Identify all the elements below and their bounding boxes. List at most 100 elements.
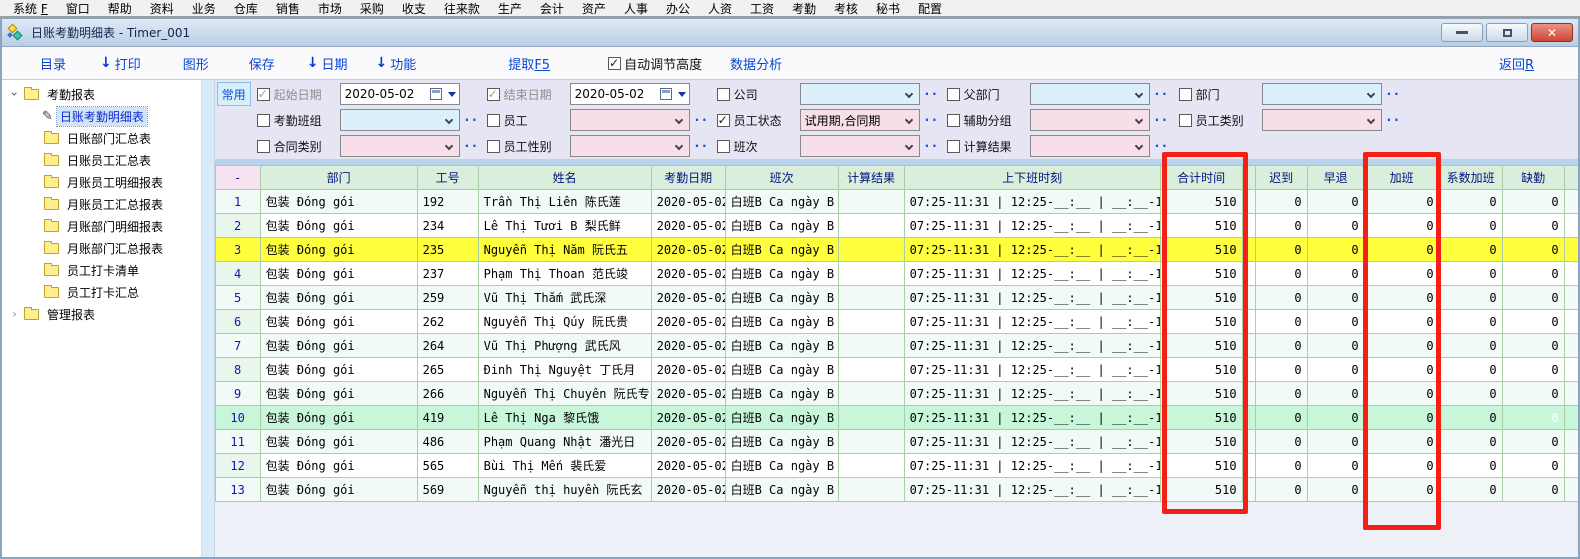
cell-emp_id[interactable]: 265 (417, 358, 478, 382)
cell-clock_times[interactable]: 07:25-11:31 | 12:25-__:__ | __:__-17:02 (904, 430, 1160, 454)
cell-date[interactable]: 2020-05-02 (651, 286, 725, 310)
menu-item-办公[interactable]: 办公 (657, 0, 699, 17)
cell-clock_times[interactable]: 07:25-11:31 | 12:25-__:__ | __:__-17:02 (904, 334, 1160, 358)
cell-shift[interactable]: 白班B Ca ngày B (725, 406, 838, 430)
cell-name[interactable]: Nguyễn Thị Qúy 阮氏贵 (478, 310, 651, 334)
menu-item-考勤[interactable]: 考勤 (783, 0, 825, 17)
cell-dept[interactable]: 包装 Đóng gói (260, 238, 417, 262)
cell-absence[interactable]: 0 (1502, 454, 1564, 478)
cell-spacer[interactable] (1242, 334, 1255, 358)
cell-emp_id[interactable]: 486 (417, 430, 478, 454)
cell-total_time[interactable]: 510 (1160, 262, 1242, 286)
more-options-button[interactable]: ·· (695, 113, 710, 127)
cell-absence[interactable]: 0 (1502, 238, 1564, 262)
cell-emp_id[interactable]: 235 (417, 238, 478, 262)
cell-early_leave[interactable]: 0 (1307, 406, 1364, 430)
menu-item-往来款[interactable]: 往来款 (435, 0, 489, 17)
cell-total_time[interactable]: 510 (1160, 430, 1242, 454)
cell-date[interactable]: 2020-05-02 (651, 262, 725, 286)
cell-late[interactable]: 0 (1255, 430, 1307, 454)
cell-absence[interactable]: 0 (1502, 214, 1564, 238)
column-header-早退[interactable]: 早退 (1307, 166, 1364, 190)
cell-late[interactable]: 0 (1255, 334, 1307, 358)
cell-total_time[interactable]: 510 (1160, 190, 1242, 214)
cell-late[interactable]: 0 (1255, 478, 1307, 502)
cell-tail[interactable] (1564, 334, 1578, 358)
cell-num[interactable]: 2 (215, 214, 260, 238)
menu-item-业务[interactable]: 业务 (183, 0, 225, 17)
员工-checkbox[interactable] (487, 114, 500, 127)
cell-coefficient_overtime[interactable]: 0 (1439, 190, 1502, 214)
cell-absence[interactable]: 0 (1502, 334, 1564, 358)
cell-emp_id[interactable]: 234 (417, 214, 478, 238)
sidebar-item-月账部门明细报表[interactable]: 月账部门明细报表 (2, 215, 201, 237)
toolbar-功能-button[interactable]: ↓功能 (376, 54, 417, 73)
cell-total_time[interactable]: 510 (1160, 214, 1242, 238)
cell-emp_id[interactable]: 569 (417, 478, 478, 502)
cell-shift[interactable]: 白班B Ca ngày B (725, 430, 838, 454)
more-options-button[interactable]: ·· (1387, 87, 1402, 101)
cell-calc_result[interactable] (838, 214, 904, 238)
cell-early_leave[interactable]: 0 (1307, 238, 1364, 262)
sidebar-item-月账员工明细报表[interactable]: 月账员工明细报表 (2, 171, 201, 193)
toolbar-日期-button[interactable]: ↓日期 (307, 54, 348, 73)
cell-num[interactable]: 1 (215, 190, 260, 214)
menu-item-会计[interactable]: 会计 (531, 0, 573, 17)
cell-dept[interactable]: 包装 Đóng gói (260, 478, 417, 502)
cell-shift[interactable]: 白班B Ca ngày B (725, 334, 838, 358)
cell-absence[interactable]: 0 (1502, 190, 1564, 214)
cell-emp_id[interactable]: 259 (417, 286, 478, 310)
员工类别-checkbox[interactable] (1179, 114, 1192, 127)
more-options-button[interactable]: ·· (1155, 87, 1170, 101)
cell-clock_times[interactable]: 07:25-11:31 | 12:25-__:__ | __:__-17:02 (904, 406, 1160, 430)
cell-num[interactable]: 5 (215, 286, 260, 310)
cell-clock_times[interactable]: 07:25-11:31 | 12:25-__:__ | __:__-17:02 (904, 358, 1160, 382)
班次-dropdown[interactable] (800, 135, 920, 157)
cell-clock_times[interactable]: 07:25-11:31 | 12:25-__:__ | __:__-17:02 (904, 478, 1160, 502)
cell-num[interactable]: 10 (215, 406, 260, 430)
cell-shift[interactable]: 白班B Ca ngày B (725, 190, 838, 214)
cell-date[interactable]: 2020-05-02 (651, 190, 725, 214)
menu-item-人资[interactable]: 人资 (699, 0, 741, 17)
cell-spacer[interactable] (1242, 214, 1255, 238)
cell-overtime[interactable]: 0 (1364, 478, 1439, 502)
cell-late[interactable]: 0 (1255, 190, 1307, 214)
起始日期-checkbox[interactable] (257, 88, 270, 101)
公司-dropdown[interactable] (800, 83, 920, 105)
cell-dept[interactable]: 包装 Đóng gói (260, 358, 417, 382)
cell-spacer[interactable] (1242, 190, 1255, 214)
cell-date[interactable]: 2020-05-02 (651, 454, 725, 478)
toolbar-返回-button[interactable]: 返回R (1499, 54, 1534, 73)
cell-spacer[interactable] (1242, 430, 1255, 454)
cell-emp_id[interactable]: 419 (417, 406, 478, 430)
more-options-button[interactable]: ·· (925, 113, 940, 127)
cell-name[interactable]: Vũ Thị Phượng 武氏风 (478, 334, 651, 358)
cell-emp_id[interactable]: 565 (417, 454, 478, 478)
cell-shift[interactable]: 白班B Ca ngày B (725, 454, 838, 478)
cell-date[interactable]: 2020-05-02 (651, 334, 725, 358)
more-options-button[interactable]: ·· (1155, 113, 1170, 127)
cell-clock_times[interactable]: 07:25-11:31 | 12:25-__:__ | __:__-17:02 (904, 214, 1160, 238)
cell-clock_times[interactable]: 07:25-11:31 | 12:25-__:__ | __:__-17:02 (904, 286, 1160, 310)
cell-clock_times[interactable]: 07:25-11:31 | 12:25-__:__ | __:__-17:02 (904, 238, 1160, 262)
cell-tail[interactable] (1564, 382, 1578, 406)
合同类别-dropdown[interactable] (340, 135, 460, 157)
cell-num[interactable]: 3 (215, 238, 260, 262)
cell-tail[interactable] (1564, 310, 1578, 334)
cell-shift[interactable]: 白班B Ca ngày B (725, 214, 838, 238)
cell-name[interactable]: Nguyễn Thị Năm 阮氏五 (478, 238, 651, 262)
cell-tail[interactable] (1564, 262, 1578, 286)
cell-early_leave[interactable]: 0 (1307, 358, 1364, 382)
cell-dept[interactable]: 包装 Đóng gói (260, 406, 417, 430)
计算结果-dropdown[interactable] (1030, 135, 1150, 157)
cell-absence[interactable]: 0 (1502, 262, 1564, 286)
cell-coefficient_overtime[interactable]: 0 (1439, 358, 1502, 382)
maximize-button[interactable] (1486, 23, 1528, 42)
cell-calc_result[interactable] (838, 310, 904, 334)
cell-total_time[interactable]: 510 (1160, 334, 1242, 358)
column-header-部门[interactable]: 部门 (260, 166, 417, 190)
cell-late[interactable]: 0 (1255, 382, 1307, 406)
起始日期-date-input[interactable]: 2020-05-02 (340, 83, 460, 105)
cell-name[interactable]: Nguyễn Thị Chuyên 阮氏专 (478, 382, 651, 406)
cell-coefficient_overtime[interactable]: 0 (1439, 214, 1502, 238)
